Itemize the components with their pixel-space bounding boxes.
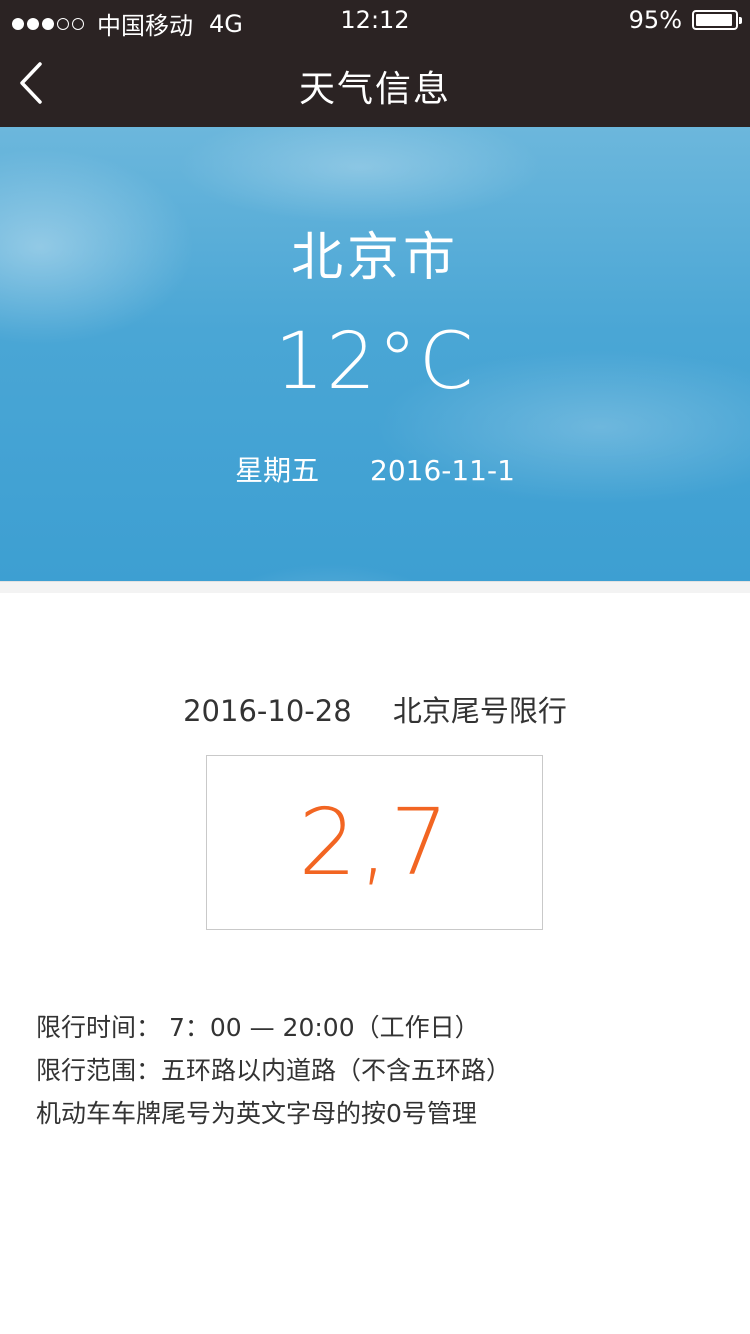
city-name: 北京市 (290, 228, 459, 288)
restricted-numbers-box: 2,7 (206, 755, 543, 930)
restriction-heading: 2016-10-28 北京尾号限行 (0, 688, 750, 730)
page-title: 天气信息 (298, 69, 451, 110)
status-right: 95% (628, 6, 742, 34)
temperature: 12°C (274, 317, 476, 407)
battery-percent: 95% (628, 6, 682, 34)
section-divider (0, 581, 750, 593)
battery-icon (692, 10, 742, 30)
restriction-note-line: 机动车车牌尾号为英文字母的按0号管理 (36, 1099, 477, 1128)
restriction-area-line: 限行范围：五环路以内道路（不含五环路） (36, 1056, 512, 1085)
restricted-numbers: 2,7 (298, 789, 451, 896)
date-row: 星期五 2016-11-1 (0, 449, 750, 489)
status-bar: 中国移动 4G 12:12 95% (0, 0, 750, 40)
weather-hero: 北京市 12°C 星期五 2016-11-1 (0, 127, 750, 581)
restriction-title: 北京尾号限行 (392, 694, 567, 728)
restriction-details: 限行时间： 7：00 — 20:00（工作日） 限行范围：五环路以内道路（不含五… (36, 1006, 726, 1135)
battery-fill (696, 14, 733, 26)
battery-nub (739, 17, 742, 24)
restriction-date: 2016-10-28 (183, 694, 352, 728)
weather-info-page: 中国移动 4G 12:12 95% 天气信息 北京市 12°C 星期五 2016… (0, 0, 750, 1334)
weekday: 星期五 (235, 454, 320, 487)
weather-date: 2016-11-1 (370, 454, 515, 487)
navigation-bar: 天气信息 (0, 40, 750, 127)
restriction-time-line: 限行时间： 7：00 — 20:00（工作日） (36, 1013, 480, 1042)
